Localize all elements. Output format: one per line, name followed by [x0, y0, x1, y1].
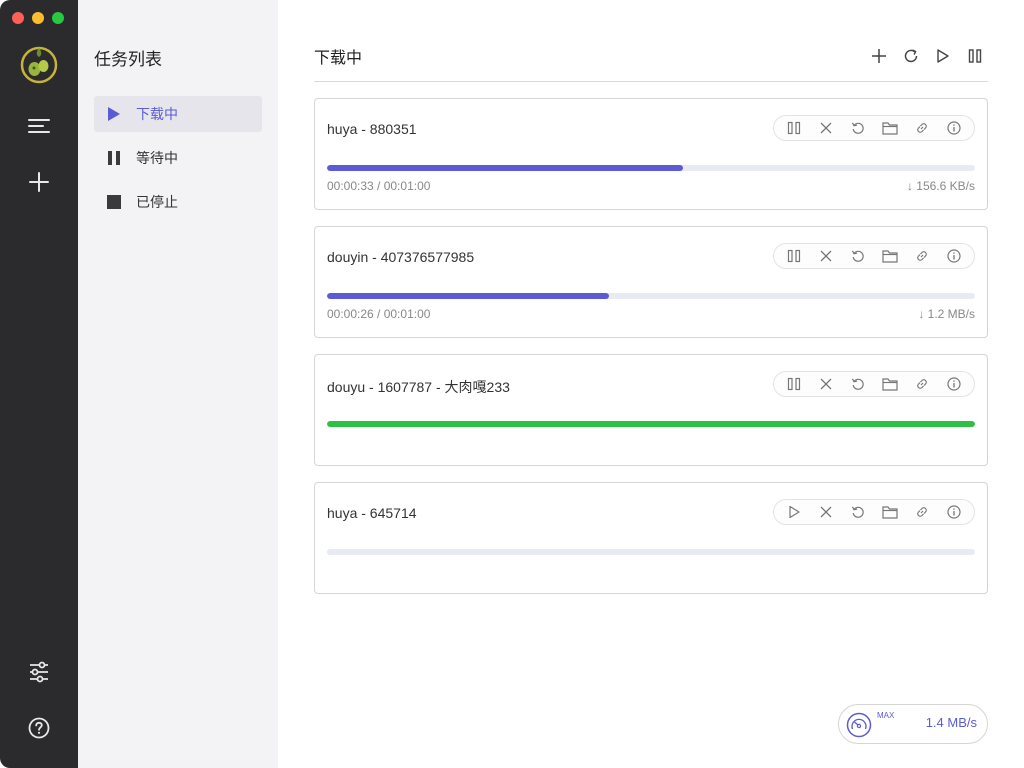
task-name: douyin - 407376577985 [327, 249, 475, 265]
progress-fill [327, 421, 975, 427]
info-icon[interactable] [944, 118, 964, 138]
info-icon[interactable] [944, 502, 964, 522]
app-rail [0, 0, 78, 768]
total-speed-value: 1.4 MB/s [925, 715, 977, 730]
menu-icon[interactable] [24, 111, 54, 141]
nav-item-downloading[interactable]: 下载中 [94, 96, 262, 132]
link-icon[interactable] [912, 502, 932, 522]
window-controls [12, 12, 64, 24]
app-logo [19, 44, 59, 84]
folder-icon[interactable] [880, 502, 900, 522]
delete-icon[interactable] [816, 374, 836, 394]
nav-item-stopped[interactable]: 已停止 [94, 184, 262, 220]
play-icon[interactable] [784, 502, 804, 522]
task-time: 00:00:26 / 00:01:00 [327, 307, 431, 321]
zoom-window-button[interactable] [52, 12, 64, 24]
nav-item-waiting[interactable]: 等待中 [94, 140, 262, 176]
restart-icon[interactable] [848, 374, 868, 394]
task-nav: 下载中 等待中 已停止 [94, 96, 262, 228]
task-card[interactable]: douyin - 407376577985 00:00:26 / 00:01:0… [314, 226, 988, 338]
pause-icon[interactable] [784, 118, 804, 138]
nav-item-label: 等待中 [136, 150, 178, 166]
stop-icon [106, 194, 122, 210]
play-icon [106, 106, 122, 122]
pause-icon [106, 150, 122, 166]
progress-bar [327, 165, 975, 171]
main-panel: 下载中 huya - 880351 00:00:33 / 00:01:00 ↓ … [278, 0, 1024, 768]
speed-limit-label: MAX [877, 711, 895, 720]
task-name: huya - 645714 [327, 505, 417, 521]
speedometer-icon [846, 712, 872, 738]
link-icon[interactable] [912, 374, 932, 394]
main-header: 下载中 [314, 30, 988, 82]
task-actions [773, 115, 975, 141]
nav-item-label: 下载中 [136, 106, 178, 122]
progress-fill [327, 293, 609, 299]
settings-sliders-icon[interactable] [24, 657, 54, 687]
minimize-window-button[interactable] [32, 12, 44, 24]
delete-icon[interactable] [816, 502, 836, 522]
folder-icon[interactable] [880, 374, 900, 394]
link-icon[interactable] [912, 246, 932, 266]
progress-bar [327, 549, 975, 555]
info-icon[interactable] [944, 246, 964, 266]
task-card[interactable]: huya - 880351 00:00:33 / 00:01:00 ↓ 156.… [314, 98, 988, 210]
link-icon[interactable] [912, 118, 932, 138]
restart-icon[interactable] [848, 118, 868, 138]
delete-icon[interactable] [816, 246, 836, 266]
task-speed: ↓ 1.2 MB/s [918, 307, 975, 321]
task-card[interactable]: huya - 645714 [314, 482, 988, 594]
task-name: douyu - 1607787 - 大肉嘎233 [327, 379, 510, 395]
page-title: 下载中 [314, 49, 363, 67]
progress-bar [327, 293, 975, 299]
app-window: 任务列表 下载中 等待中 已停止 下载中 huya - 880351 00:00… [0, 0, 1024, 768]
add-task-icon[interactable] [24, 167, 54, 197]
task-actions [773, 499, 975, 525]
folder-icon[interactable] [880, 118, 900, 138]
restart-icon[interactable] [848, 502, 868, 522]
pause-icon[interactable] [784, 246, 804, 266]
task-sidebar: 任务列表 下载中 等待中 已停止 [78, 0, 278, 768]
task-card[interactable]: douyu - 1607787 - 大肉嘎233 [314, 354, 988, 466]
resume-all-icon[interactable] [934, 47, 952, 65]
close-window-button[interactable] [12, 12, 24, 24]
help-icon[interactable] [24, 713, 54, 743]
task-speed: ↓ 156.6 KB/s [906, 179, 975, 193]
task-time: 00:00:33 / 00:01:00 [327, 179, 431, 193]
add-icon[interactable] [870, 47, 888, 65]
progress-fill [327, 165, 684, 171]
task-actions [773, 371, 975, 397]
info-icon[interactable] [944, 374, 964, 394]
progress-bar [327, 421, 975, 427]
pause-icon[interactable] [784, 374, 804, 394]
header-actions [870, 47, 984, 65]
task-actions [773, 243, 975, 269]
sidebar-title: 任务列表 [94, 50, 162, 69]
speed-limit-widget[interactable]: MAX 1.4 MB/s [838, 704, 988, 744]
refresh-icon[interactable] [902, 47, 920, 65]
pause-all-icon[interactable] [966, 47, 984, 65]
restart-icon[interactable] [848, 246, 868, 266]
delete-icon[interactable] [816, 118, 836, 138]
nav-item-label: 已停止 [136, 194, 178, 210]
task-name: huya - 880351 [327, 121, 417, 137]
folder-icon[interactable] [880, 246, 900, 266]
